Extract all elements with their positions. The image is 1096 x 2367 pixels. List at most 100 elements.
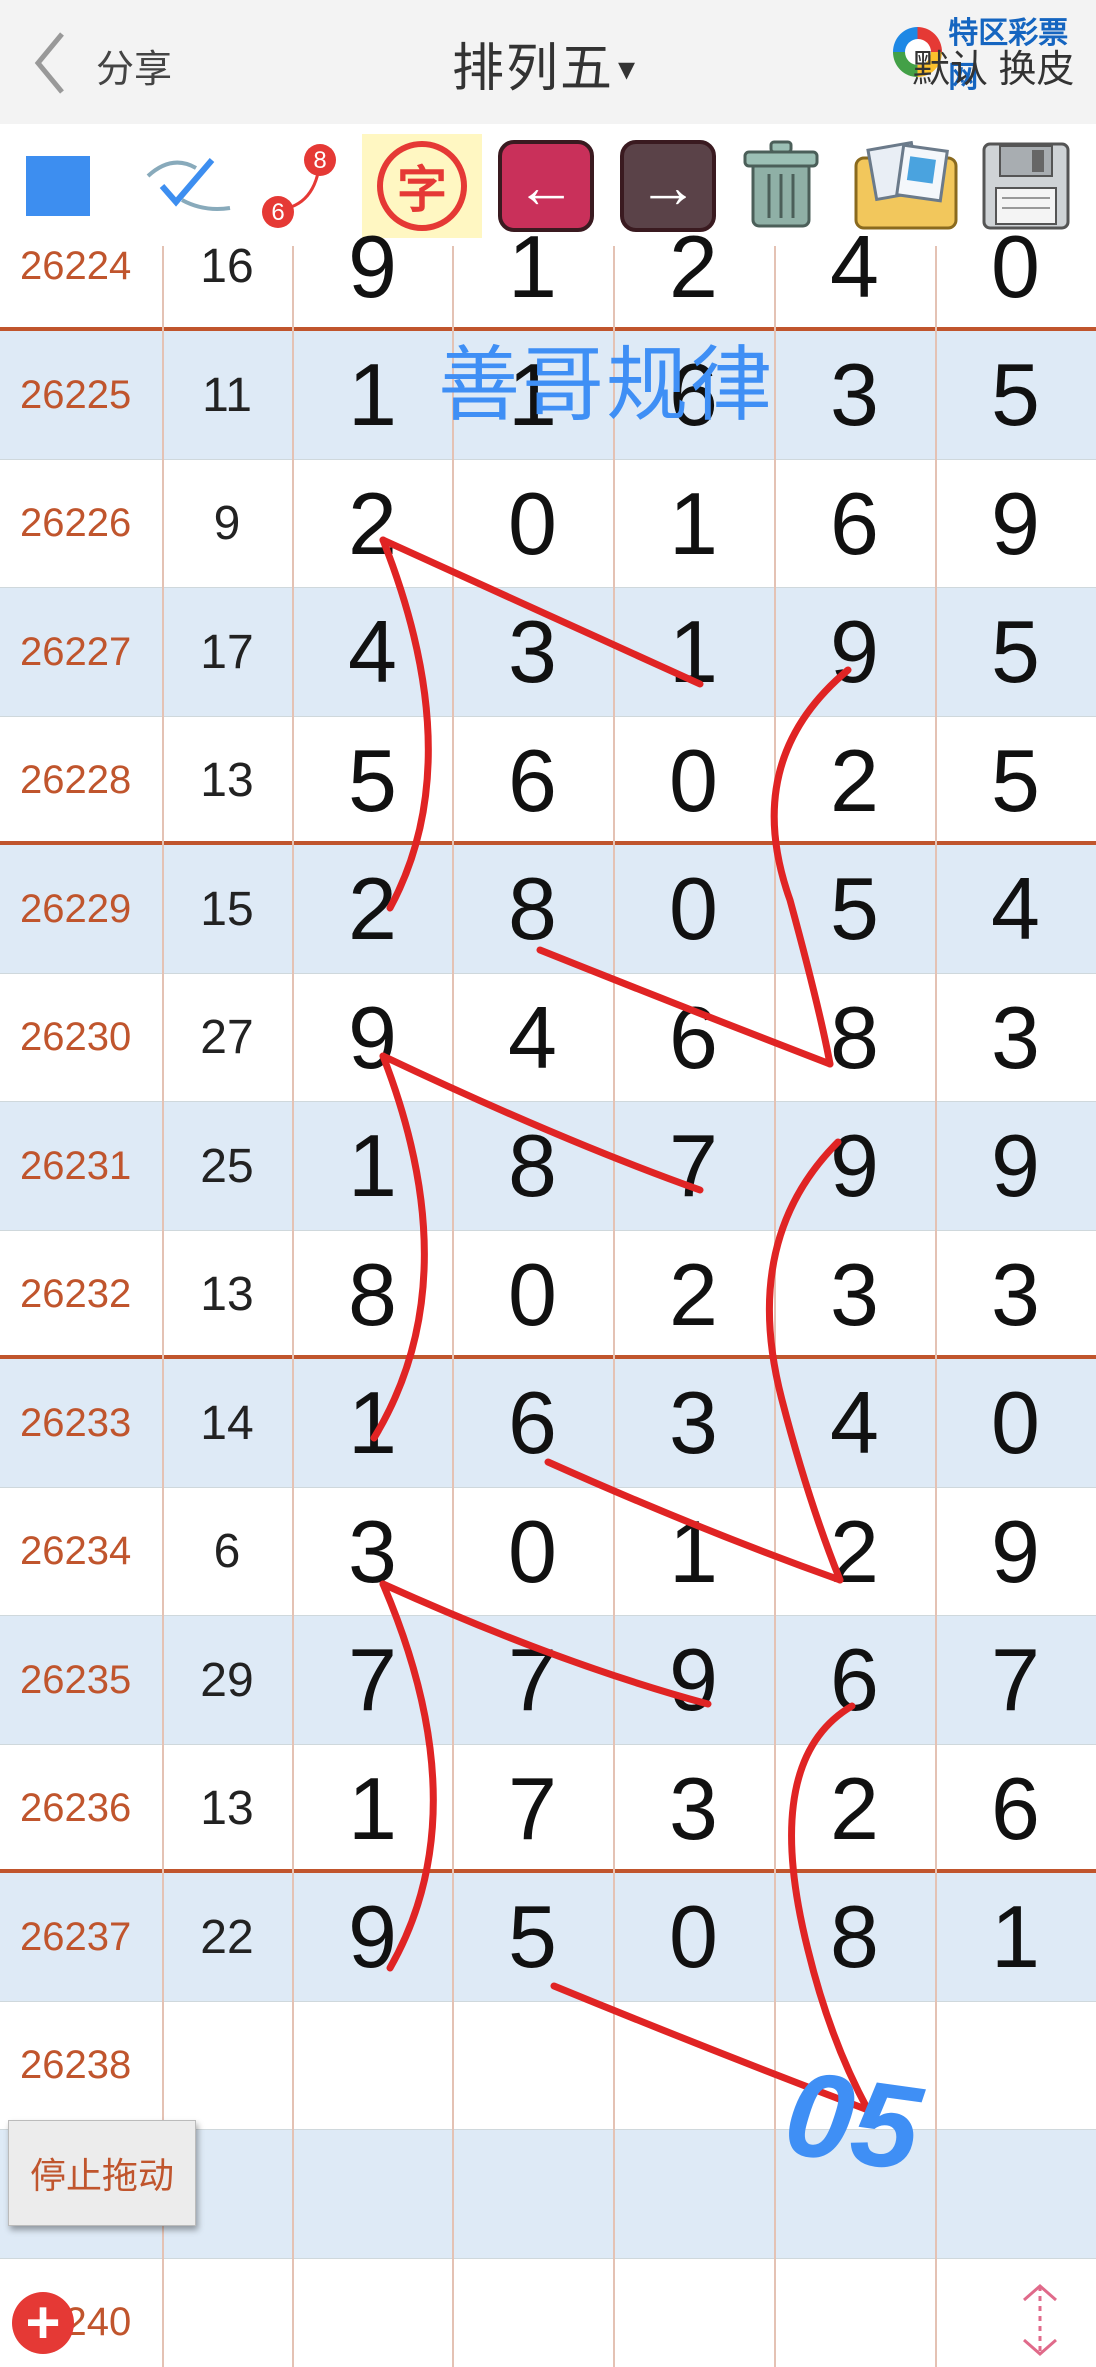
digit-cell[interactable]: 2 — [774, 1487, 935, 1616]
digit-cell[interactable]: 7 — [292, 1616, 453, 1745]
table-row[interactable]: 26226 9 2 0 1 6 9 — [0, 459, 1096, 588]
digit-cell[interactable]: 7 — [452, 1616, 613, 1745]
digit-cell[interactable]: 2 — [774, 716, 935, 845]
digit-cell[interactable]: 9 — [774, 588, 935, 717]
digit-cell[interactable]: 6 — [774, 459, 935, 588]
table-row[interactable]: 26224 16 9 1 2 4 0 — [0, 202, 1096, 331]
digit-cell[interactable]: 9 — [292, 1873, 453, 2002]
digit-cell[interactable]: 3 — [774, 1230, 935, 1359]
digit-cell[interactable]: 1 — [613, 459, 774, 588]
digit-cell[interactable] — [613, 2130, 774, 2259]
digit-cell[interactable]: 2 — [292, 459, 453, 588]
skin-button[interactable]: 默认 换皮 — [912, 38, 1075, 93]
digit-cell[interactable]: 1 — [613, 1487, 774, 1616]
digit-cell[interactable]: 3 — [613, 1744, 774, 1873]
digit-cell[interactable]: 6 — [935, 1744, 1096, 1873]
digit-cell[interactable]: 7 — [452, 1744, 613, 1873]
digit-cell[interactable]: 0 — [452, 1230, 613, 1359]
table-row[interactable]: 26228 13 5 6 0 2 5 — [0, 716, 1096, 845]
table-row[interactable]: 26235 29 7 7 9 6 7 — [0, 1615, 1096, 1745]
digit-cell[interactable]: 3 — [613, 1359, 774, 1488]
digit-cell[interactable]: 8 — [452, 845, 613, 974]
page-title[interactable]: 排列五 ▾ — [452, 26, 637, 101]
table-row[interactable]: 26238 — [0, 2001, 1096, 2130]
scroll-updown-icon[interactable] — [1014, 2280, 1066, 2360]
digit-cell[interactable]: 1 — [935, 1873, 1096, 2002]
digit-cell[interactable]: 1 — [292, 331, 453, 460]
add-icon[interactable]: + — [12, 2292, 74, 2354]
digit-cell[interactable] — [774, 2258, 935, 2367]
table-row[interactable]: 26232 13 8 0 2 3 3 — [0, 1230, 1096, 1359]
table-row[interactable]: 26231 25 1 8 7 9 9 — [0, 1101, 1096, 1231]
digit-cell[interactable]: 0 — [613, 845, 774, 974]
table-row[interactable]: 26234 6 3 0 1 2 9 — [0, 1487, 1096, 1616]
digit-cell[interactable]: 9 — [935, 1487, 1096, 1616]
digit-cell[interactable] — [935, 2130, 1096, 2259]
back-arrow-icon[interactable] — [30, 28, 70, 98]
digit-cell[interactable] — [613, 2258, 774, 2367]
digit-cell[interactable]: 2 — [613, 202, 774, 331]
digit-cell[interactable]: 6 — [774, 1616, 935, 1745]
digit-cell[interactable]: 6 — [452, 1359, 613, 1488]
table-row[interactable]: 26240 — [0, 2258, 1096, 2367]
digit-cell[interactable]: 3 — [935, 973, 1096, 1102]
digit-cell[interactable]: 9 — [935, 459, 1096, 588]
digit-cell[interactable]: 2 — [292, 845, 453, 974]
digit-cell[interactable]: 1 — [292, 1102, 453, 1231]
digit-cell[interactable]: 5 — [292, 716, 453, 845]
digit-cell[interactable]: 4 — [774, 202, 935, 331]
digit-cell[interactable]: 9 — [935, 1102, 1096, 1231]
table-row[interactable]: 26233 14 1 6 3 4 0 — [0, 1358, 1096, 1488]
digit-cell[interactable]: 3 — [292, 1487, 453, 1616]
digit-cell[interactable] — [452, 2001, 613, 2130]
digit-cell[interactable]: 3 — [774, 331, 935, 460]
digit-cell[interactable]: 0 — [452, 459, 613, 588]
table-row[interactable]: 26229 15 2 8 0 5 4 — [0, 844, 1096, 974]
table-row[interactable]: 26227 17 4 3 1 9 5 — [0, 587, 1096, 717]
digit-cell[interactable]: 9 — [292, 202, 453, 331]
digit-cell[interactable]: 5 — [935, 716, 1096, 845]
digit-cell[interactable]: 9 — [613, 1616, 774, 1745]
digit-cell[interactable]: 3 — [452, 588, 613, 717]
digit-cell[interactable]: 8 — [292, 1230, 453, 1359]
digit-cell[interactable] — [292, 2130, 453, 2259]
digit-cell[interactable]: 1 — [452, 202, 613, 331]
share-button[interactable]: 分享 — [96, 38, 172, 93]
digit-cell[interactable] — [613, 2001, 774, 2130]
digit-cell[interactable]: 0 — [935, 202, 1096, 331]
digit-cell[interactable]: 5 — [774, 845, 935, 974]
digit-cell[interactable]: 0 — [613, 716, 774, 845]
digit-cell[interactable]: 4 — [452, 973, 613, 1102]
digit-cell[interactable]: 5 — [935, 588, 1096, 717]
digit-cell[interactable]: 1 — [292, 1359, 453, 1488]
digit-cell[interactable]: 2 — [613, 1230, 774, 1359]
digit-cell[interactable]: 0 — [452, 1487, 613, 1616]
digit-cell[interactable]: 0 — [613, 1873, 774, 2002]
digit-cell[interactable]: 8 — [774, 1873, 935, 2002]
digit-cell[interactable]: 1 — [292, 1744, 453, 1873]
digit-cell[interactable]: 6 — [613, 973, 774, 1102]
stop-drag-button[interactable]: 停止拖动 — [8, 2120, 196, 2226]
digit-cell[interactable]: 8 — [774, 973, 935, 1102]
digit-cell[interactable]: 4 — [292, 588, 453, 717]
table-row[interactable]: 26237 22 9 5 0 8 1 — [0, 1872, 1096, 2002]
table-row[interactable]: 26230 27 9 4 6 8 3 — [0, 973, 1096, 1102]
digit-cell[interactable]: 3 — [935, 1230, 1096, 1359]
digit-cell[interactable] — [935, 2001, 1096, 2130]
digit-cell[interactable]: 1 — [613, 588, 774, 717]
digit-cell[interactable]: 7 — [613, 1102, 774, 1231]
digit-cell[interactable]: 0 — [935, 1359, 1096, 1488]
digit-cell[interactable]: 5 — [935, 331, 1096, 460]
digit-cell[interactable]: 2 — [774, 1744, 935, 1873]
digit-cell[interactable] — [292, 2258, 453, 2367]
digit-cell[interactable]: 7 — [935, 1616, 1096, 1745]
digit-cell[interactable]: 9 — [292, 973, 453, 1102]
digit-cell[interactable]: 4 — [774, 1359, 935, 1488]
digit-cell[interactable]: 5 — [452, 1873, 613, 2002]
digit-cell[interactable]: 8 — [452, 1102, 613, 1231]
digit-cell[interactable] — [452, 2258, 613, 2367]
digit-cell[interactable]: 9 — [774, 1102, 935, 1231]
digit-cell[interactable]: 4 — [935, 845, 1096, 974]
table-row[interactable]: 26236 13 1 7 3 2 6 — [0, 1744, 1096, 1873]
digit-cell[interactable] — [292, 2001, 453, 2130]
